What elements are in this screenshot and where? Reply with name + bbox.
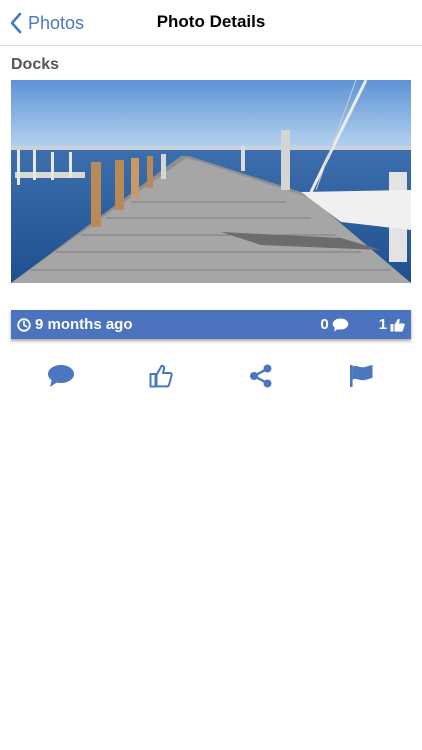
share-icon <box>250 364 272 388</box>
like-button[interactable] <box>141 360 181 392</box>
page-title: Photo Details <box>156 12 266 31</box>
comment-icon <box>48 365 74 387</box>
time-ago-label: 9 months ago <box>35 316 133 333</box>
comment-button[interactable] <box>41 360 81 392</box>
photo-image[interactable] <box>11 80 411 283</box>
action-toolbar <box>11 360 411 392</box>
comment-count-value: 0 <box>320 316 329 333</box>
report-button[interactable] <box>341 360 381 392</box>
navigation-bar: Photos Photo Details <box>0 0 422 46</box>
thumbs-up-icon <box>149 364 173 388</box>
photo-title: Docks <box>11 56 60 73</box>
like-count[interactable]: 1 <box>379 316 405 333</box>
comment-count[interactable]: 0 <box>320 316 348 333</box>
comment-icon <box>332 318 348 331</box>
thumbs-up-icon <box>390 318 405 332</box>
photo-info-bar: 9 months ago 0 1 <box>11 310 411 339</box>
share-button[interactable] <box>241 360 281 392</box>
clock-icon <box>17 317 31 332</box>
time-ago: 9 months ago <box>17 316 133 333</box>
like-count-value: 1 <box>378 316 387 333</box>
flag-icon <box>350 365 373 387</box>
